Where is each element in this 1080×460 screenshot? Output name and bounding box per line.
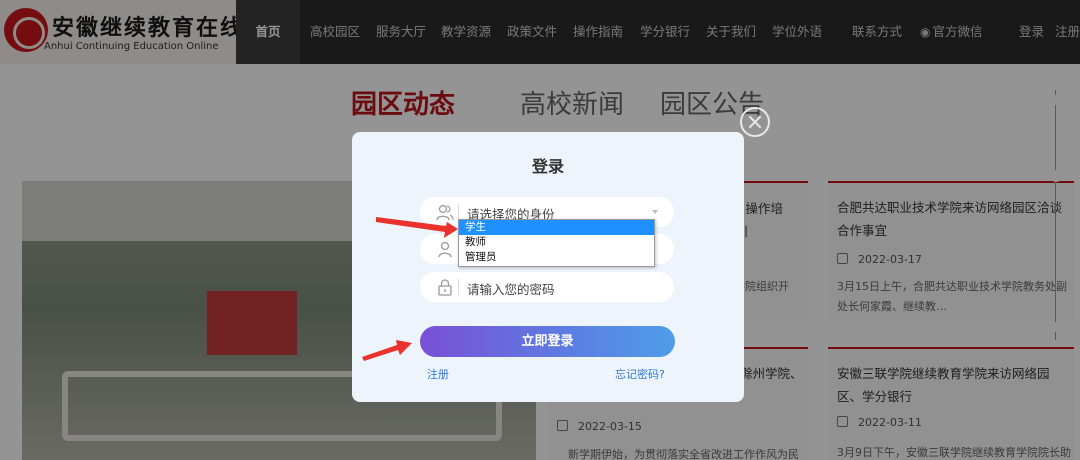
close-modal-icon[interactable]	[740, 107, 770, 137]
user-group-icon	[436, 204, 454, 221]
register-link[interactable]: 注册	[427, 366, 449, 382]
login-submit-button[interactable]: 立即登录	[420, 326, 675, 357]
password-input[interactable]: 请输入您的密码	[467, 279, 555, 298]
identity-option-student[interactable]: 学生	[459, 220, 654, 235]
lock-icon	[438, 279, 452, 296]
forgot-password-link[interactable]: 忘记密码?	[615, 366, 665, 382]
modal-title: 登录	[531, 157, 564, 176]
identity-option-admin[interactable]: 管理员	[459, 250, 654, 265]
login-modal: 登录 请选择您的身份 请输入您的密码	[352, 132, 744, 402]
chevron-down-icon	[652, 210, 658, 214]
user-icon	[438, 241, 452, 258]
identity-option-teacher[interactable]: 教师	[459, 235, 654, 250]
identity-dropdown-list[interactable]: 学生 教师 管理员	[458, 219, 655, 267]
password-field[interactable]: 请输入您的密码	[420, 272, 674, 302]
